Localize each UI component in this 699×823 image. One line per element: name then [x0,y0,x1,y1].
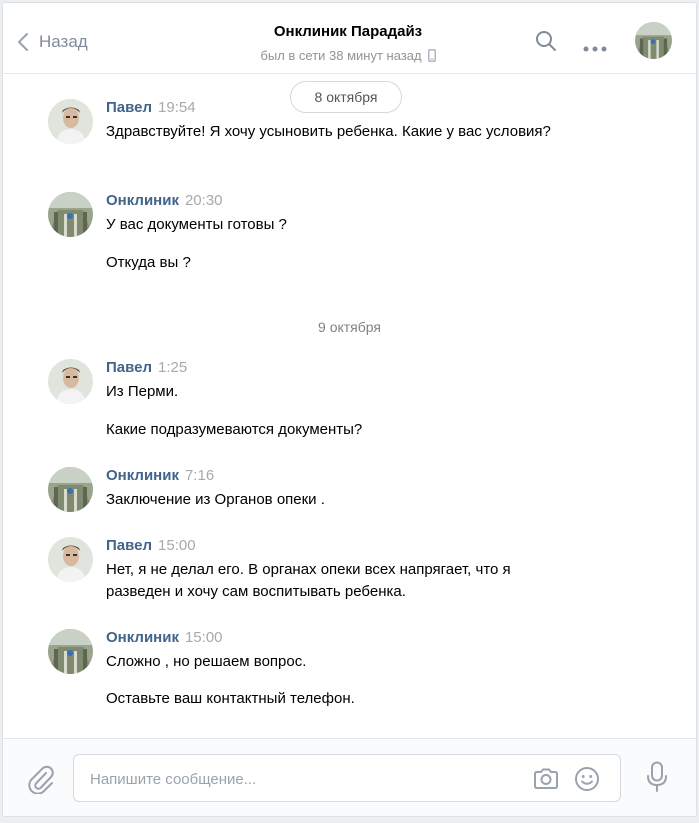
avatar-pavel[interactable] [48,99,93,144]
author-name[interactable]: Онклиник [106,467,179,484]
chat-title: Онклиник Парадайз [273,23,423,40]
message-group[interactable]: Павел 1:25 Из Перми. Какие подразумеваютс… [48,359,648,449]
back-label: Назад [39,32,88,51]
more-button[interactable] [583,39,607,56]
attach-button[interactable] [27,764,55,798]
message-meta: Павел 1:25 [106,359,187,377]
message-group[interactable]: Онклиник 15:00 Сложно , но решаем вопрос.… [48,629,648,719]
message-time[interactable]: 19:54 [158,99,196,116]
message-meta: Онклиник 7:16 [106,467,214,485]
message-time[interactable]: 15:00 [185,629,223,646]
message-text: У вас документы готовы ? [106,216,287,233]
date-label: 9 октября [318,319,381,335]
message-text: Здравствуйте! Я хочу усыновить ребенка. … [106,123,551,140]
smile-icon [575,767,599,791]
more-dots-icon [583,46,607,52]
microphone-icon [647,761,667,792]
avatar-onclinic[interactable] [48,467,93,512]
online-status-text: был в сети 38 минут назад [260,48,422,63]
chat-header: Назад Онклиник Парадайз был в сети 38 ми… [3,3,696,74]
onclinic-avatar-image [635,22,672,59]
voice-message-button[interactable] [646,761,668,797]
author-name[interactable]: Павел [106,537,152,554]
message-text: Сложно , но решаем вопрос. [106,653,307,670]
date-separator: 9 октября [3,319,696,335]
chat-title-block[interactable]: Онклиник Парадайз был в сети 38 минут на… [203,22,493,65]
avatar-pavel[interactable] [48,359,93,404]
onclinic-avatar-image [48,467,93,512]
chevron-left-icon [18,33,28,51]
message-meta: Онклиник 20:30 [106,192,223,210]
online-status: был в сети 38 минут назад [203,47,493,65]
avatar-pavel[interactable] [48,537,93,582]
pavel-avatar-image [48,99,93,144]
message-input[interactable] [90,767,510,791]
avatar-onclinic[interactable] [48,192,93,237]
message-group[interactable]: Павел 15:00 Нет, я не делал его. В органа… [48,537,648,607]
back-button[interactable]: Назад [17,27,88,57]
onclinic-avatar-image [48,192,93,237]
message-time[interactable]: 20:30 [185,192,223,209]
emoji-button[interactable] [574,766,600,796]
message-history[interactable]: 8 октября Павел 19:54 Здравствуйте! Я хоч… [3,75,696,738]
search-button[interactable] [535,30,557,56]
camera-button[interactable] [532,767,560,795]
mobile-phone-icon [427,49,436,62]
message-text: Оставьте ваш контактный телефон. [106,690,355,707]
message-meta: Онклиник 15:00 [106,629,223,647]
message-meta: Павел 15:00 [106,537,196,555]
chat-avatar[interactable] [635,22,672,59]
chat-window: Назад Онклиник Парадайз был в сети 38 ми… [2,2,697,817]
search-icon [536,31,556,51]
message-time[interactable]: 7:16 [185,467,214,484]
pavel-avatar-image [48,537,93,582]
message-text: Какие подразумеваются документы? [106,421,363,438]
camera-icon [534,768,558,789]
author-name[interactable]: Онклиник [106,192,179,209]
author-name[interactable]: Павел [106,99,152,116]
message-text: Откуда вы ? [106,254,191,271]
avatar-onclinic[interactable] [48,629,93,674]
message-group[interactable]: Онклиник 7:16 Заключение из Органов опеки… [48,467,648,517]
message-time[interactable]: 1:25 [158,359,187,376]
author-name[interactable]: Павел [106,359,152,376]
paperclip-icon [28,765,54,795]
message-text: Из Перми. [106,383,179,400]
pavel-avatar-image [48,359,93,404]
message-text: Нет, я не делал его. В органах опеки все… [106,561,511,600]
message-composer [3,738,696,816]
message-group[interactable]: Онклиник 20:30 У вас документы готовы ? О… [48,192,648,282]
onclinic-avatar-image [48,629,93,674]
message-text: Заключение из Органов опеки . [106,491,325,508]
message-time[interactable]: 15:00 [158,537,196,554]
author-name[interactable]: Онклиник [106,629,179,646]
message-input-box[interactable] [73,754,621,802]
message-meta: Павел 19:54 [106,99,196,117]
message-group[interactable]: Павел 19:54 Здравствуйте! Я хочу усыновит… [48,99,648,169]
